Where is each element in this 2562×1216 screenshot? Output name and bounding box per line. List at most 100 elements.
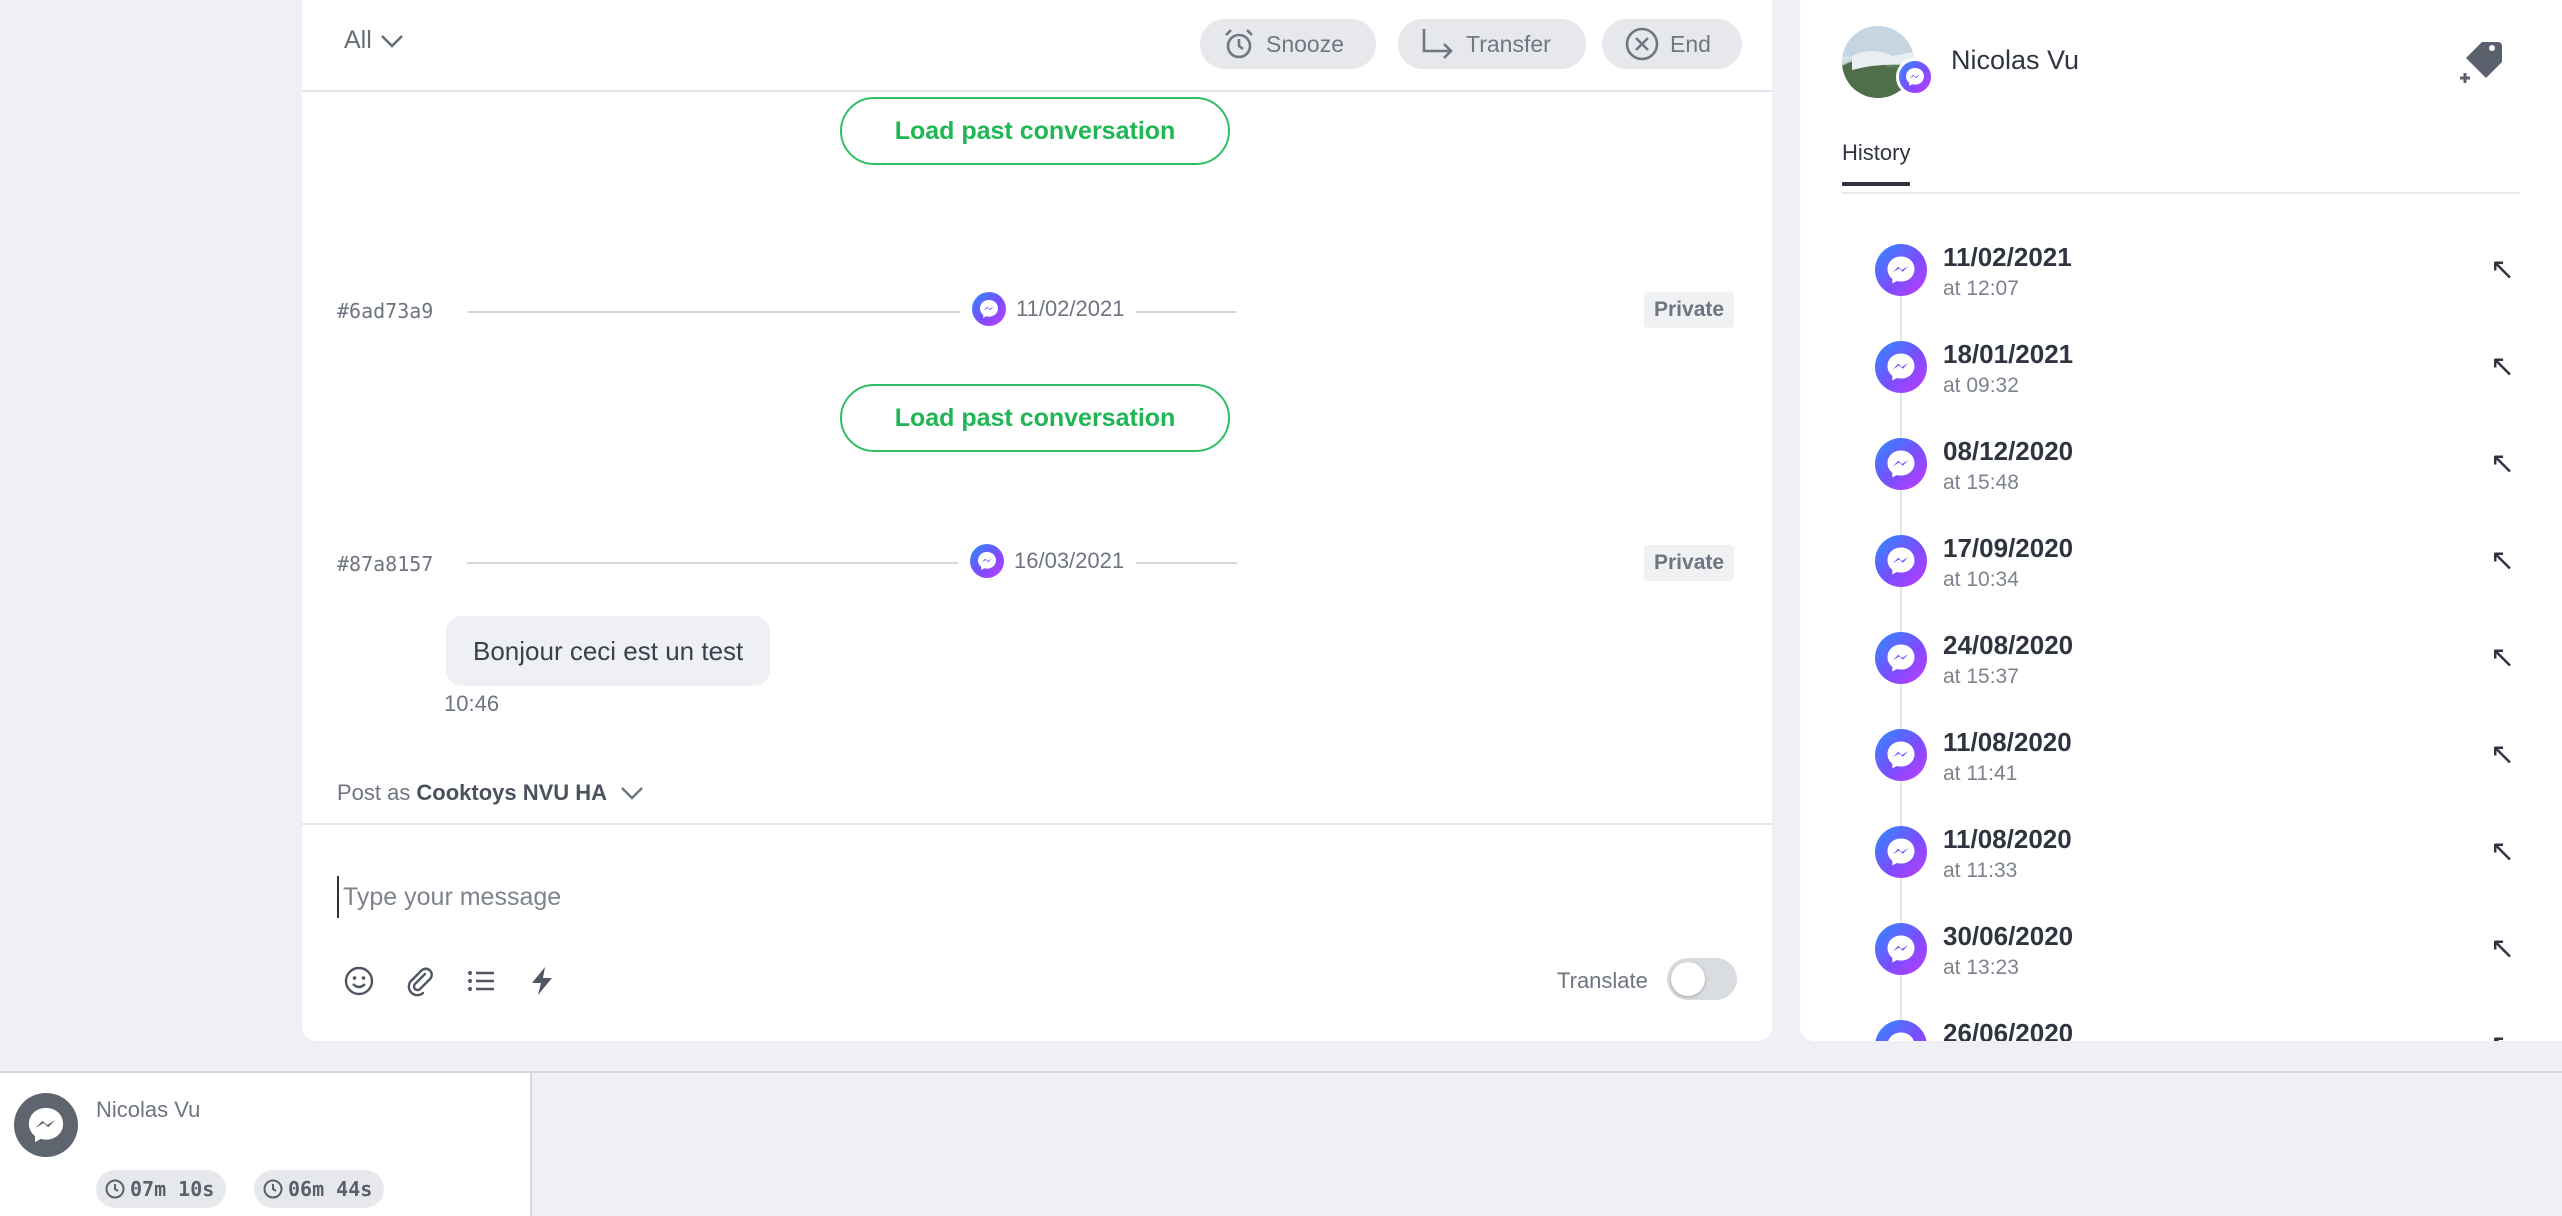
- history-date: 11/02/2021: [1943, 242, 2072, 272]
- transfer-arrow-icon: [1422, 29, 1453, 59]
- emoji-button[interactable]: [341, 963, 377, 999]
- add-tag-button[interactable]: [2458, 38, 2506, 91]
- history-date: 30/06/2020: [1943, 921, 2074, 951]
- messenger-icon: [1875, 632, 1927, 684]
- composer-divider: [302, 823, 1772, 825]
- snooze-button[interactable]: Snooze: [1200, 19, 1376, 69]
- history-date: 24/08/2020: [1943, 630, 2074, 660]
- history-date: 18/01/2021: [1943, 339, 2074, 369]
- private-badge: Private: [1644, 292, 1735, 328]
- chat-panel: All Snooze Transfer End Load past conver…: [302, 0, 1772, 1041]
- smiley-icon: [344, 966, 374, 996]
- tab-history[interactable]: History: [1842, 140, 1911, 186]
- conversation-id: #87a8157: [337, 552, 434, 576]
- filter-label: All: [344, 26, 372, 54]
- timer-value: 06m 44s: [288, 1177, 373, 1201]
- response-timer: 06m 44s: [254, 1170, 385, 1208]
- load-past-conversation-button[interactable]: Load past conversation: [840, 384, 1230, 452]
- arrow-up-left-icon[interactable]: ↖: [2490, 252, 2515, 287]
- post-as-prefix: Post as: [337, 780, 411, 805]
- queued-contact-name: Nicolas Vu: [96, 1097, 201, 1122]
- messenger-icon: [1875, 1020, 1927, 1041]
- arrow-up-left-icon[interactable]: ↖: [2490, 349, 2515, 384]
- history-time: at 09:32: [1943, 374, 2019, 397]
- chevron-down-icon: [621, 787, 643, 800]
- messenger-icon: [1875, 923, 1927, 975]
- tabs-divider: [1842, 192, 2520, 194]
- post-as-account: Cooktoys NVU HA: [416, 780, 608, 805]
- tag-plus-icon: [2460, 42, 2502, 83]
- messenger-icon: [1875, 729, 1927, 781]
- messenger-icon: [1875, 438, 1927, 490]
- separator-date: 16/03/2021: [958, 544, 1137, 578]
- history-time: at 10:34: [1943, 568, 2019, 591]
- history-date: 08/12/2020: [1943, 436, 2074, 466]
- end-button[interactable]: End: [1602, 19, 1742, 69]
- message-bubble: Bonjour ceci est un test: [446, 616, 771, 686]
- messenger-icon: [1896, 58, 1934, 96]
- chevron-down-icon: [380, 34, 403, 48]
- close-circle-icon: [1625, 27, 1659, 61]
- history-time: at 15:37: [1943, 665, 2019, 688]
- history-date: 26/06/2020: [1943, 1018, 2074, 1041]
- messenger-icon: [1875, 826, 1927, 878]
- message-input[interactable]: [337, 876, 1725, 918]
- post-as-selector[interactable]: Post as Cooktoys NVU HA: [337, 780, 645, 806]
- separator-date-text: 16/03/2021: [1014, 548, 1125, 573]
- separator-date: 11/02/2021: [960, 292, 1137, 326]
- conversation-id: #6ad73a9: [337, 299, 434, 323]
- chat-header: All Snooze Transfer End: [302, 0, 1772, 92]
- messenger-icon: [1875, 341, 1927, 393]
- messenger-icon: [972, 292, 1006, 326]
- history-time: at 11:33: [1943, 859, 2018, 882]
- history-date: 17/09/2020: [1943, 533, 2074, 563]
- private-badge: Private: [1644, 545, 1735, 581]
- load-past-conversation-button[interactable]: Load past conversation: [840, 97, 1230, 165]
- message-time: 10:46: [444, 691, 500, 716]
- history-item[interactable]: 11/08/2020 at 11:41 ↖: [1875, 727, 2515, 803]
- history-date: 11/08/2020: [1943, 824, 2072, 854]
- translate-label: Translate: [1557, 968, 1648, 993]
- attachment-button[interactable]: [402, 963, 438, 999]
- messenger-icon: [1875, 244, 1927, 296]
- arrow-up-left-icon[interactable]: ↖: [2490, 640, 2515, 675]
- messenger-icon: [1875, 535, 1927, 587]
- history-item[interactable]: 08/12/2020 at 15:48 ↖: [1875, 436, 2515, 512]
- separator-date-text: 11/02/2021: [1016, 296, 1125, 321]
- history-item[interactable]: 11/02/2021 at 12:07 ↖: [1875, 242, 2515, 318]
- lightning-icon: [532, 967, 552, 995]
- transfer-button[interactable]: Transfer: [1398, 19, 1586, 69]
- paperclip-icon: [407, 967, 433, 997]
- history-item[interactable]: 30/06/2020 at 13:23 ↖: [1875, 921, 2515, 997]
- history-item[interactable]: 18/01/2021 at 09:32 ↖: [1875, 339, 2515, 415]
- end-label: End: [1670, 30, 1711, 57]
- quick-actions-button[interactable]: [524, 963, 560, 999]
- list-icon: [468, 971, 494, 991]
- arrow-up-left-icon[interactable]: ↖: [2490, 543, 2515, 578]
- history-item[interactable]: 24/08/2020 at 15:37 ↖: [1875, 630, 2515, 706]
- history-item[interactable]: 26/06/2020 ↖: [1875, 1018, 2515, 1041]
- history-time: at 12:07: [1943, 277, 2019, 300]
- toggle-knob: [1671, 962, 1705, 996]
- history-date: 11/08/2020: [1943, 727, 2072, 757]
- arrow-up-left-icon[interactable]: ↖: [2490, 737, 2515, 772]
- history-time: at 13:23: [1943, 956, 2019, 979]
- arrow-up-left-icon[interactable]: ↖: [2490, 931, 2515, 966]
- queued-conversation-card[interactable]: Nicolas Vu 07m 10s 06m 44s: [0, 1073, 532, 1216]
- wait-timer: 07m 10s: [96, 1170, 227, 1208]
- alarm-clock-icon: [1225, 29, 1253, 59]
- messenger-icon: [14, 1093, 78, 1157]
- history-item[interactable]: 17/09/2020 at 10:34 ↖: [1875, 533, 2515, 609]
- arrow-up-left-icon[interactable]: ↖: [2490, 446, 2515, 481]
- conversation-filter-dropdown[interactable]: All: [344, 26, 404, 55]
- contact-name: Nicolas Vu: [1951, 45, 2080, 75]
- arrow-up-left-icon[interactable]: ↖: [2490, 1028, 2515, 1041]
- arrow-up-left-icon[interactable]: ↖: [2490, 834, 2515, 869]
- translate-toggle[interactable]: [1667, 958, 1737, 1000]
- saved-replies-button[interactable]: [463, 963, 499, 999]
- snooze-label: Snooze: [1266, 30, 1345, 57]
- history-time: at 15:48: [1943, 471, 2019, 494]
- clock-icon: [263, 1179, 283, 1199]
- history-item[interactable]: 11/08/2020 at 11:33 ↖: [1875, 824, 2515, 900]
- clock-icon: [105, 1179, 125, 1199]
